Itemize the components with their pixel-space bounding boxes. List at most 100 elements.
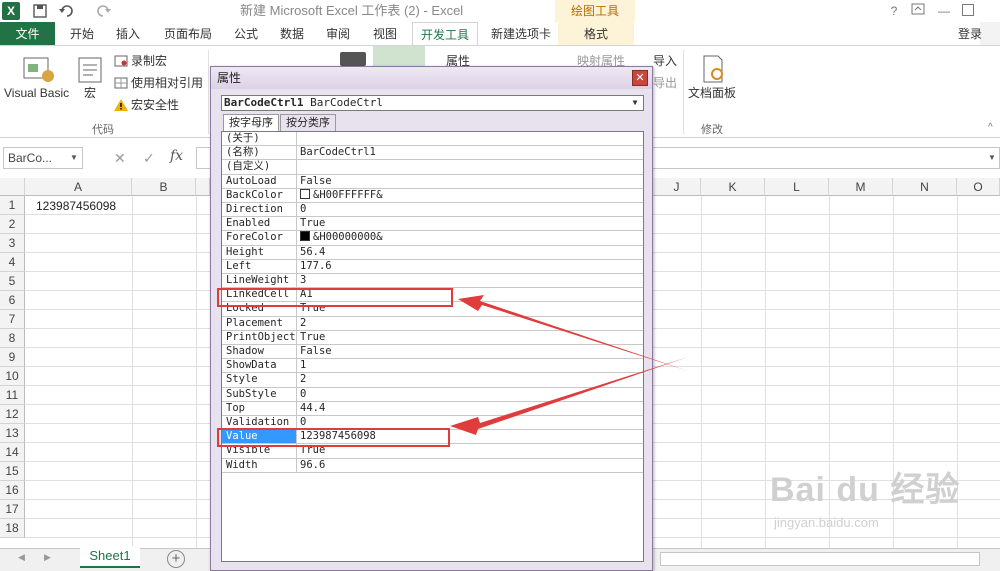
row-header[interactable]: 5 — [0, 272, 25, 291]
collapse-ribbon-icon[interactable]: ^ — [988, 122, 998, 133]
column-header[interactable]: N — [893, 178, 957, 196]
column-header[interactable]: B — [132, 178, 196, 196]
row-header[interactable]: 6 — [0, 291, 25, 310]
row-header[interactable]: 16 — [0, 481, 25, 500]
tab-file[interactable]: 文件 — [0, 22, 55, 46]
property-value[interactable]: BarCodeCtrl1 — [298, 146, 643, 159]
tab-alphabetic[interactable]: 按字母序 — [223, 114, 279, 131]
property-row[interactable]: (名称) BarCodeCtrl1 — [222, 146, 643, 161]
row-header[interactable]: 14 — [0, 443, 25, 462]
insert-function-button[interactable]: fx — [170, 148, 190, 164]
row-header[interactable]: 7 — [0, 310, 25, 329]
row-header[interactable]: 8 — [0, 329, 25, 348]
property-name: Direction — [222, 203, 297, 217]
tab-review[interactable]: 审阅 — [318, 22, 358, 46]
row-header[interactable]: 10 — [0, 367, 25, 386]
row-header[interactable]: 11 — [0, 386, 25, 405]
color-swatch — [300, 188, 310, 199]
next-sheet-icon[interactable]: ▶ — [44, 552, 51, 563]
cancel-icon[interactable]: ✕ — [114, 150, 126, 167]
property-value[interactable]: 177.6 — [298, 260, 643, 273]
select-all-corner[interactable] — [0, 178, 25, 196]
property-value[interactable] — [298, 132, 643, 145]
prev-sheet-icon[interactable]: ◀ — [18, 552, 25, 563]
toolbox-icon — [340, 52, 366, 66]
column-header[interactable]: O — [957, 178, 1000, 196]
name-box-dropdown-icon[interactable]: ▼ — [70, 153, 78, 162]
row-header[interactable]: 17 — [0, 500, 25, 519]
import-button[interactable]: 导入 — [653, 54, 677, 68]
property-value[interactable] — [298, 160, 643, 173]
row-header[interactable]: 2 — [0, 215, 25, 234]
relative-ref-button[interactable]: 使用相对引用 — [131, 76, 203, 90]
property-value[interactable]: True — [298, 217, 643, 230]
row-header[interactable]: 15 — [0, 462, 25, 481]
property-row[interactable]: AutoLoad False — [222, 174, 643, 189]
row-header[interactable]: 18 — [0, 519, 25, 538]
record-macro-button[interactable]: 录制宏 — [131, 54, 167, 68]
property-value[interactable]: 56.4 — [298, 246, 643, 259]
property-name: BackColor — [222, 188, 297, 202]
property-value-text: &H00FFFFFF& — [313, 188, 383, 201]
property-value[interactable]: &H00000000& — [298, 231, 643, 244]
tab-page-layout[interactable]: 页面布局 — [156, 22, 220, 46]
minimize-button[interactable]: — — [934, 3, 954, 19]
redo-icon[interactable] — [94, 3, 114, 19]
column-header[interactable]: M — [829, 178, 893, 196]
property-row[interactable]: Width 96.6 — [222, 458, 643, 473]
column-header[interactable]: J — [653, 178, 701, 196]
tab-insert[interactable]: 插入 — [108, 22, 148, 46]
property-value[interactable]: 96.6 — [298, 459, 643, 472]
property-row[interactable]: Enabled True — [222, 217, 643, 232]
tab-categorized[interactable]: 按分类序 — [280, 114, 336, 131]
cell-a1[interactable]: 123987456098 — [36, 199, 116, 213]
property-row[interactable]: Left 177.6 — [222, 259, 643, 274]
property-row[interactable]: (自定义) — [222, 160, 643, 175]
property-row[interactable]: BackColor &H00FFFFFF& — [222, 188, 643, 203]
tab-data[interactable]: 数据 — [272, 22, 312, 46]
document-panel-button[interactable]: 文档面板 — [688, 86, 736, 100]
expand-formula-bar-icon[interactable]: ▼ — [988, 153, 996, 162]
column-header[interactable]: L — [765, 178, 829, 196]
row-header[interactable]: 4 — [0, 253, 25, 272]
enter-icon[interactable]: ✓ — [143, 150, 155, 167]
object-selector[interactable]: BarCodeCtrl1 BarCodeCtrl ▼ — [221, 95, 644, 111]
macros-button[interactable]: 宏 — [84, 86, 96, 100]
login-link[interactable]: 登录 — [950, 22, 990, 46]
column-header[interactable]: A — [25, 178, 132, 196]
tab-new[interactable]: 新建选项卡 — [484, 22, 558, 46]
column-header[interactable]: K — [701, 178, 765, 196]
undo-icon[interactable] — [58, 3, 78, 19]
row-header[interactable]: 3 — [0, 234, 25, 253]
tab-home[interactable]: 开始 — [62, 22, 102, 46]
property-value[interactable]: False — [298, 175, 643, 188]
row-header[interactable]: 1 — [0, 196, 25, 215]
tab-view[interactable]: 视图 — [364, 22, 406, 46]
tab-developer[interactable]: 开发工具 — [412, 22, 478, 46]
column-header[interactable] — [196, 178, 210, 196]
ribbon-options-icon[interactable] — [908, 3, 928, 19]
add-sheet-button[interactable]: + — [167, 550, 185, 568]
property-value[interactable]: 0 — [298, 203, 643, 216]
help-button[interactable]: ? — [884, 3, 904, 19]
property-row[interactable]: (关于) — [222, 132, 643, 147]
visual-basic-button[interactable]: Visual Basic — [4, 86, 69, 100]
row-header[interactable]: 12 — [0, 405, 25, 424]
dialog-close-button[interactable]: ✕ — [632, 70, 648, 86]
property-row[interactable]: Direction 0 — [222, 203, 643, 218]
save-icon[interactable] — [32, 3, 48, 19]
row-header[interactable]: 13 — [0, 424, 25, 443]
horizontal-scrollbar[interactable] — [660, 552, 980, 566]
chevron-down-icon[interactable]: ▼ — [628, 96, 642, 110]
property-value[interactable]: &H00FFFFFF& — [298, 188, 643, 202]
export-button[interactable]: 导出 — [653, 76, 677, 90]
macro-security-button[interactable]: 宏安全性 — [131, 98, 179, 112]
design-mode-button[interactable] — [373, 46, 425, 66]
tab-format[interactable]: 格式 — [558, 22, 634, 46]
property-row[interactable]: ForeColor &H00000000& — [222, 231, 643, 246]
tab-formulas[interactable]: 公式 — [226, 22, 266, 46]
restore-button[interactable] — [962, 4, 974, 16]
sheet-tab-sheet1[interactable]: Sheet1 — [80, 546, 140, 568]
property-row[interactable]: Height 56.4 — [222, 245, 643, 260]
row-header[interactable]: 9 — [0, 348, 25, 367]
